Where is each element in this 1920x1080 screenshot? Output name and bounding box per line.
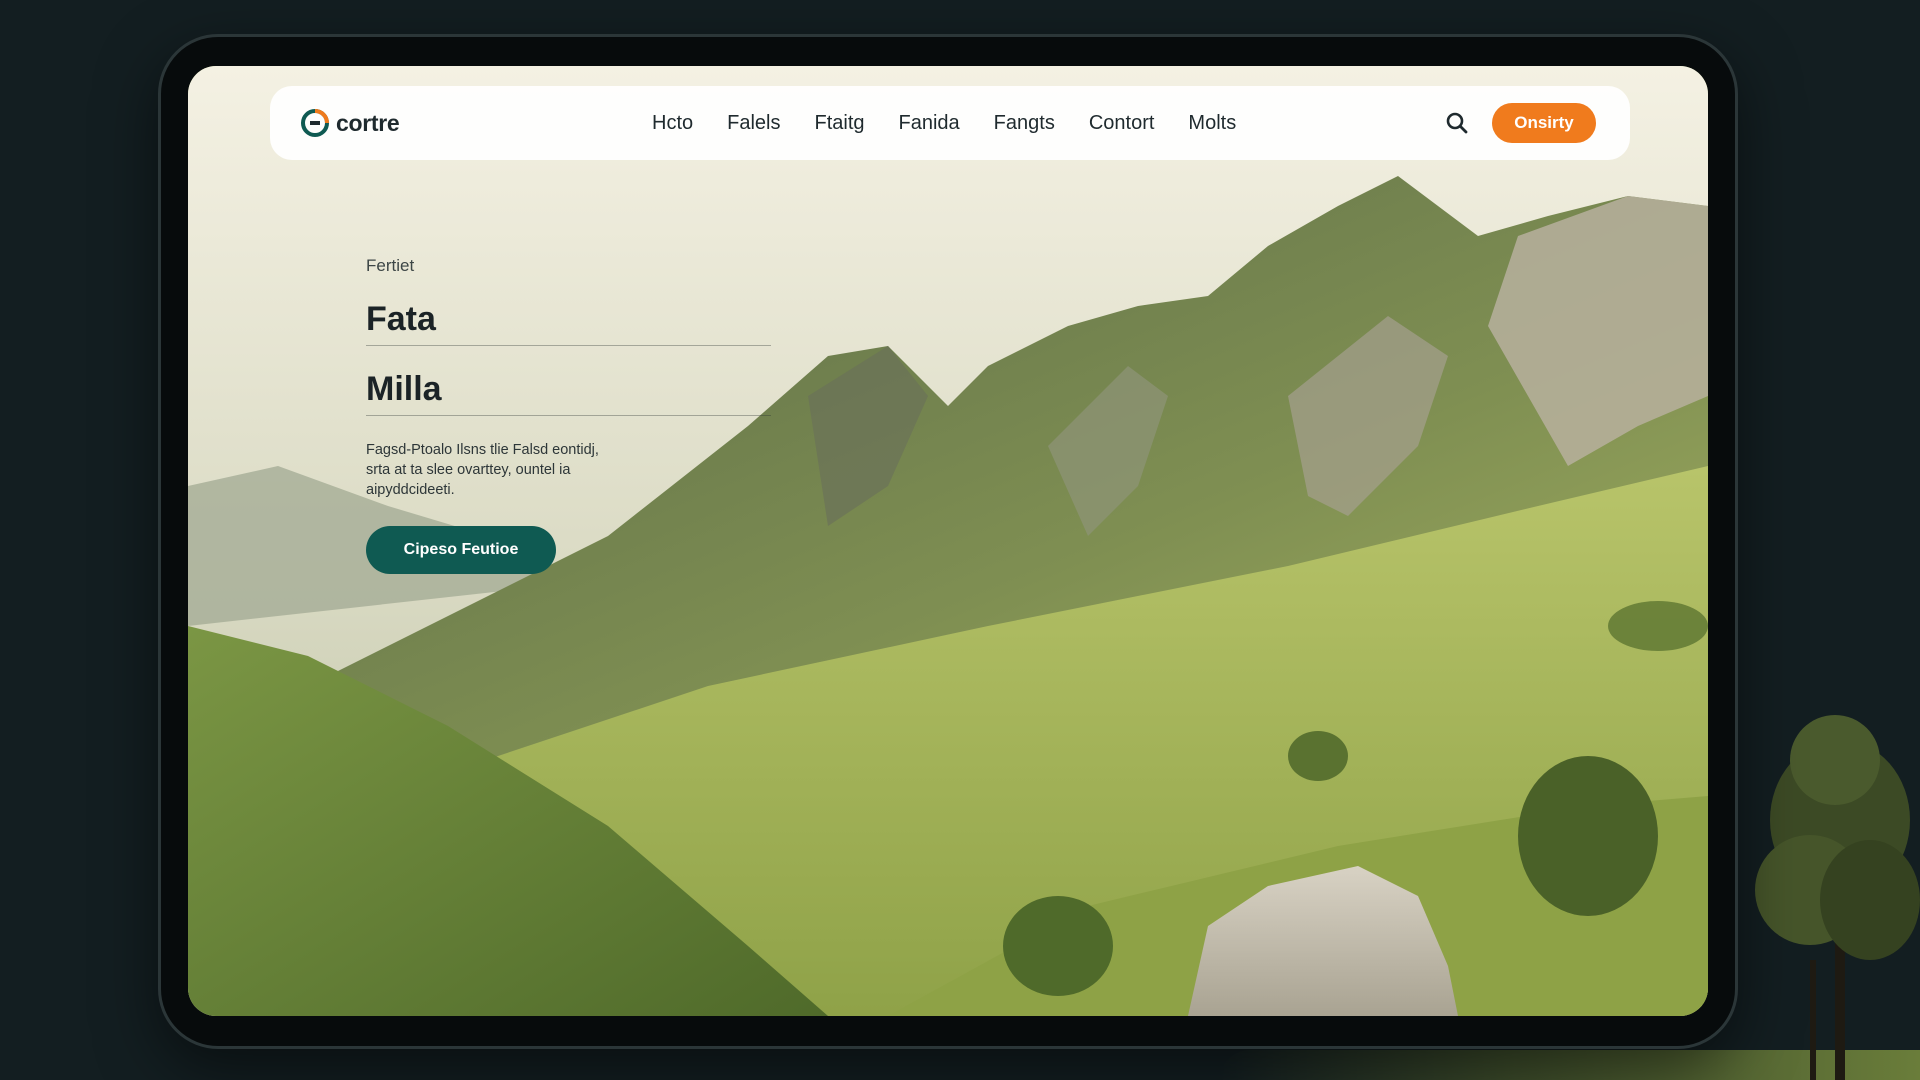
background-tree bbox=[1755, 715, 1920, 1080]
hero-divider-2 bbox=[366, 415, 771, 416]
nav-link-4[interactable]: Fanida bbox=[899, 112, 960, 135]
hero-section: Fertiet Fata Milla Fagsd-Ptoalo Ilsns tl… bbox=[366, 256, 786, 574]
nav-link-1[interactable]: Hcto bbox=[652, 112, 693, 135]
top-navbar: cortre Hcto Falels Ftaitg Fanida Fangts … bbox=[270, 86, 1630, 160]
nav-link-7[interactable]: Molts bbox=[1188, 112, 1236, 135]
nav-actions: Onsirty bbox=[1444, 86, 1596, 160]
browser-screen: cortre Hcto Falels Ftaitg Fanida Fangts … bbox=[188, 66, 1708, 1016]
nav-link-2[interactable]: Falels bbox=[727, 112, 780, 135]
hero-cta-button[interactable]: Cipeso Feutioe bbox=[366, 526, 556, 574]
hero-title-line-2: Milla bbox=[366, 370, 442, 408]
nav-link-6[interactable]: Contort bbox=[1089, 112, 1155, 135]
logo-mark-icon bbox=[301, 109, 329, 137]
nav-links: Hcto Falels Ftaitg Fanida Fangts Contort… bbox=[652, 86, 1270, 160]
hero-title-line-1: Fata bbox=[366, 300, 436, 338]
hero-divider-1 bbox=[366, 345, 771, 346]
brand-name: cortre bbox=[336, 109, 400, 136]
hero-eyebrow: Fertiet bbox=[366, 256, 415, 275]
nav-link-5[interactable]: Fangts bbox=[994, 112, 1055, 135]
nav-cta-button[interactable]: Onsirty bbox=[1492, 103, 1596, 143]
nav-link-3[interactable]: Ftaitg bbox=[814, 112, 864, 135]
hero-description: Fagsd-Ptoalo Ilsns tlie Falsd eontidj, s… bbox=[366, 442, 599, 498]
brand-logo[interactable]: cortre bbox=[300, 108, 400, 138]
search-icon[interactable] bbox=[1444, 110, 1470, 136]
